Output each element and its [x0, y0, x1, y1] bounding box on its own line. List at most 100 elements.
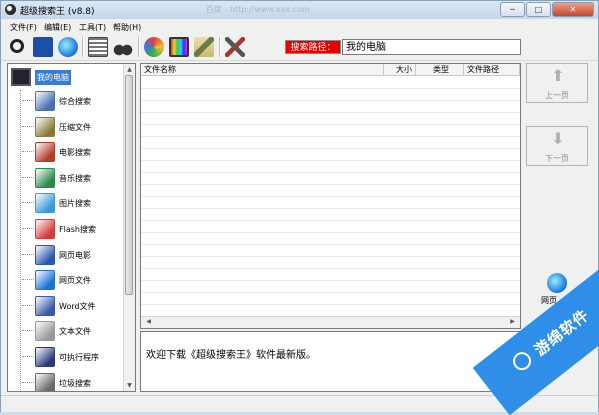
save-toolbar-button[interactable]	[32, 36, 54, 58]
list-gridline	[141, 256, 520, 257]
tree-item-label: 图片搜索	[59, 199, 91, 209]
watermark-logo-icon	[509, 348, 535, 374]
scroll-left-icon[interactable]: ◀	[144, 317, 153, 326]
menu-bar: 文件(F) 编辑(E) 工具(T) 帮助(H)	[1, 20, 598, 34]
tree-connector	[22, 330, 34, 332]
tree-item-label: 压缩文件	[59, 122, 91, 132]
tree-item[interactable]: Flash搜索	[22, 218, 122, 240]
list-toolbar-button[interactable]	[87, 36, 109, 58]
tree-connector	[22, 176, 34, 178]
search-icon	[10, 39, 24, 53]
maximize-button[interactable]: □	[526, 2, 551, 17]
binoculars-toolbar-button[interactable]	[112, 36, 134, 58]
tree-item[interactable]: 电影搜索	[22, 141, 122, 163]
tree-item-label: 音乐搜索	[59, 173, 91, 183]
toolbar-separator	[138, 37, 140, 57]
tree-item[interactable]: 图片搜索	[22, 192, 122, 214]
tree-item-label: 网页电影	[59, 250, 91, 260]
search-toolbar-button[interactable]	[7, 36, 29, 58]
menu-help[interactable]: 帮助(H)	[113, 22, 141, 33]
window-title: 超级搜索王 (v8.8)	[20, 7, 95, 17]
welcome-message: 欢迎下载《超级搜索王》软件最新版。	[146, 350, 316, 361]
file-list[interactable]: 文件名称 大小 类型 文件路径 ◀ ▶	[140, 63, 521, 329]
minimize-button[interactable]: ─	[500, 2, 525, 17]
tree-connector	[22, 228, 34, 229]
tree-item[interactable]: 综合搜索	[22, 90, 122, 112]
tree-item-label: Flash搜索	[59, 225, 96, 234]
column-header-type[interactable]: 类型	[416, 64, 464, 76]
tree-root-label: 我的电脑	[35, 70, 71, 85]
tree-item[interactable]: Word文件	[22, 295, 122, 317]
list-horizontal-scrollbar[interactable]: ◀ ▶	[141, 316, 520, 328]
toolbar-separator	[82, 37, 84, 57]
tools-icon	[225, 37, 245, 57]
tree-item[interactable]: 网页文件	[22, 269, 122, 291]
text-file-icon	[35, 321, 55, 342]
list-gridline	[141, 244, 520, 245]
list-gridline	[141, 172, 520, 173]
tree-connector	[22, 356, 34, 357]
ie-icon	[58, 37, 78, 57]
list-gridline	[141, 148, 520, 149]
next-page-label: 下一页	[545, 154, 569, 163]
list-gridline	[141, 196, 520, 197]
tree-connector	[22, 279, 34, 281]
search-path-label: 搜索路径：	[285, 40, 341, 54]
web-toolbar-button[interactable]	[57, 36, 79, 58]
next-page-button[interactable]: ⬇ 下一页	[526, 126, 588, 166]
tree-item-label: 网页文件	[59, 276, 91, 286]
list-gridline	[141, 136, 520, 137]
archive-icon	[35, 116, 55, 137]
scroll-right-icon[interactable]: ▶	[508, 317, 517, 326]
movie-toolbar-button[interactable]	[143, 36, 165, 58]
computer-icon	[11, 68, 31, 86]
list-gridline	[141, 304, 520, 305]
tree-scrollbar[interactable]: ▲ ▼	[123, 64, 135, 391]
tree-item[interactable]: 垃圾搜索	[22, 372, 122, 391]
tree-item-label: 垃圾搜索	[59, 378, 91, 388]
menu-tools[interactable]: 工具(T)	[79, 22, 106, 33]
column-header-path[interactable]: 文件路径	[464, 64, 520, 76]
search-path-input[interactable]: 我的电脑	[342, 39, 521, 55]
prev-page-button[interactable]: ⬆ 上一页	[526, 63, 588, 103]
word-icon	[35, 295, 55, 316]
prev-page-label: 上一页	[545, 91, 569, 100]
tree-item[interactable]: 网页电影	[22, 244, 122, 266]
tree-connector	[22, 151, 34, 153]
picture-icon	[35, 193, 55, 214]
tree-item[interactable]: 音乐搜索	[22, 167, 122, 189]
list-gridline	[141, 124, 520, 125]
tools-toolbar-button[interactable]	[224, 36, 246, 58]
title-ghost-text: 百度 - http://www.xxx.com	[206, 5, 310, 14]
tree-connector	[22, 253, 34, 255]
list-gridline	[141, 280, 520, 281]
tree-connector	[22, 125, 34, 127]
tree-connector	[22, 304, 34, 306]
tree-connector	[22, 202, 34, 204]
monitor-toolbar-button[interactable]	[168, 36, 190, 58]
tree-item[interactable]: 可执行程序	[22, 346, 122, 368]
menu-file[interactable]: 文件(F)	[10, 22, 37, 33]
scroll-up-icon[interactable]: ▲	[125, 65, 134, 74]
binoculars-icon	[113, 37, 133, 57]
list-gridline	[141, 220, 520, 221]
tree-item[interactable]: 压缩文件	[22, 116, 122, 138]
window-controls: ─ □ ✕	[499, 2, 594, 17]
tree-item-label: Word文件	[59, 301, 96, 311]
scroll-thumb[interactable]	[125, 75, 133, 295]
title-bar[interactable]: 超级搜索王 (v8.8) 百度 - http://www.xxx.com ─ □…	[1, 1, 598, 19]
menu-edit[interactable]: 编辑(E)	[44, 22, 71, 33]
close-button[interactable]: ✕	[552, 2, 594, 17]
broom-icon	[194, 37, 214, 57]
list-gridline	[141, 268, 520, 269]
list-gridline	[141, 208, 520, 209]
clean-toolbar-button[interactable]	[193, 36, 215, 58]
column-header-size[interactable]: 大小	[384, 64, 416, 76]
tree-item-label: 文本文件	[59, 327, 91, 337]
message-panel: 欢迎下载《超级搜索王》软件最新版。	[140, 331, 521, 392]
web-movie-icon	[35, 244, 55, 265]
tree-item[interactable]: 文本文件	[22, 320, 122, 342]
multi-search-icon	[35, 91, 55, 111]
column-header-name[interactable]: 文件名称	[141, 64, 384, 76]
scroll-down-icon[interactable]: ▼	[125, 381, 134, 390]
